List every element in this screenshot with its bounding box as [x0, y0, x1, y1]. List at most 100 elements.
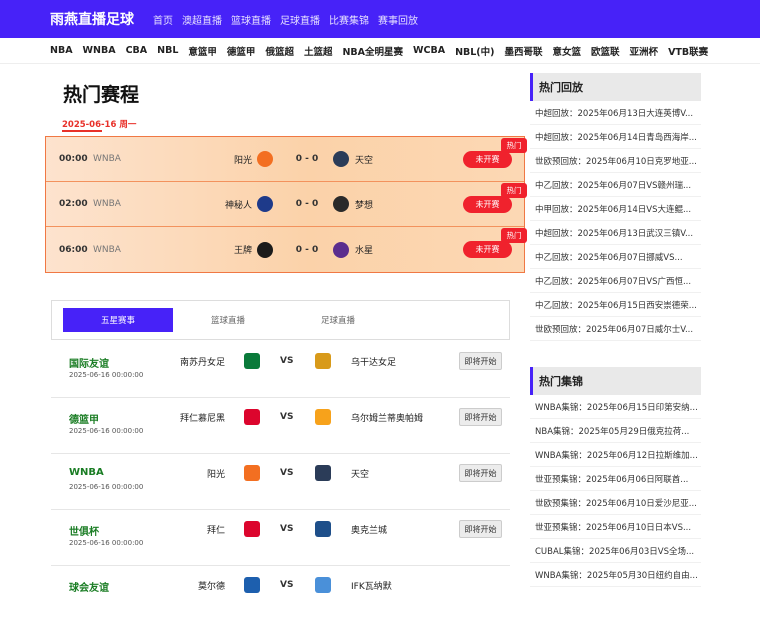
category-link[interactable]: 意篮甲 [188, 44, 217, 58]
match-time: 2025-06-16 00:00:00 [69, 371, 144, 379]
match-row[interactable]: 世俱杯 2025-06-16 00:00:00 拜仁 VS 奥克兰城 即将开始 [51, 510, 510, 566]
away-team-logo-icon [315, 409, 331, 425]
away-team: 梦想 [355, 200, 374, 211]
category-link[interactable]: 俄篮超 [265, 44, 294, 58]
replay-link[interactable]: 中乙回放：2025年06月07日VS广西恒... [530, 269, 701, 293]
vs-label: VS [280, 580, 294, 590]
home-team-logo-icon [257, 151, 273, 167]
home-team: 阳光 [233, 155, 252, 166]
match-league: WNBA [93, 244, 121, 255]
category-link[interactable]: NBL [157, 45, 178, 56]
vs-label: VS [280, 412, 294, 422]
replay-link[interactable]: 中乙回放：2025年06月15日西安崇德荣... [530, 293, 701, 317]
replay-link[interactable]: 世欧预回放：2025年06月10日克罗地亚... [530, 149, 701, 173]
home-team: 莫尔德 [197, 582, 225, 592]
replay-link[interactable]: 中乙回放：2025年06月07日VS赣州瑞... [530, 173, 701, 197]
category-link[interactable]: 墨西哥联 [505, 44, 543, 58]
match-time: 02:00 [59, 199, 88, 209]
schedule-date: 2025-06-16 周一 [62, 120, 137, 130]
replay-link[interactable]: 中超回放：2025年06月14日青岛西海岸... [530, 125, 701, 149]
home-team-logo-icon [244, 353, 260, 369]
nav-basketball-live[interactable]: 篮球直播 [231, 12, 271, 27]
highlight-link[interactable]: 世亚预集锦：2025年06月06日阿联酋... [530, 467, 701, 491]
category-link[interactable]: CBA [126, 45, 148, 56]
hot-match-row[interactable]: 06:00 WNBA 王牌 0 - 0 水星 未开赛 热门 [46, 227, 527, 272]
category-link[interactable]: 亚洲杯 [630, 44, 659, 58]
highlight-link[interactable]: NBA集锦：2025年05月29日俄克拉荷... [530, 419, 701, 443]
starting-soon-button[interactable]: 即将开始 [459, 464, 502, 482]
replay-link[interactable]: 世欧预回放：2025年06月07日威尔士V... [530, 317, 701, 341]
tab-football-live[interactable]: 足球直播 [283, 308, 393, 332]
sidebar-replays: 热门回放 中超回放：2025年06月13日大连英博V... 中超回放：2025年… [530, 73, 701, 341]
category-link[interactable]: WCBA [413, 45, 445, 56]
site-logo[interactable]: 雨燕直播足球 [50, 9, 134, 29]
replay-link[interactable]: 中甲回放：2025年06月14日VS大连鲲... [530, 197, 701, 221]
match-row[interactable]: 国际友谊 2025-06-16 00:00:00 南苏丹女足 VS 乌干达女足 … [51, 342, 510, 398]
category-link[interactable]: 土篮超 [304, 44, 333, 58]
away-team: 天空 [355, 155, 374, 166]
match-row[interactable]: 球会友谊 莫尔德 VS IFK瓦纳默 [51, 566, 510, 622]
match-league: 球会友谊 [69, 583, 109, 594]
starting-soon-button[interactable]: 即将开始 [459, 520, 502, 538]
highlight-link[interactable]: 世欧预集锦：2025年06月10日爱沙尼亚... [530, 491, 701, 515]
sidebar-highlights: 热门集锦 WNBA集锦：2025年06月15日印第安纳... NBA集锦：202… [530, 367, 701, 587]
away-team: IFK瓦纳默 [351, 582, 392, 592]
home-team: 王牌 [233, 246, 252, 256]
not-started-button[interactable]: 未开赛 [463, 241, 512, 258]
category-link[interactable]: VTB联赛 [668, 44, 708, 58]
match-league: 世俱杯 [69, 527, 99, 538]
home-team: 神秘人 [224, 200, 252, 211]
highlight-link[interactable]: CUBAL集锦：2025年06月03日VS全场... [530, 539, 701, 563]
replays-heading: 热门回放 [530, 73, 701, 101]
replay-link[interactable]: 中乙回放：2025年06月07日挪威VS... [530, 245, 701, 269]
home-team: 拜仁 [206, 526, 225, 536]
nav-aleague-live[interactable]: 澳超直播 [182, 12, 222, 27]
top-navbar: 雨燕直播足球 首页 澳超直播 篮球直播 足球直播 比赛集锦 赛事回放 [0, 0, 760, 38]
hot-match-row[interactable]: 02:00 WNBA 神秘人 0 - 0 梦想 未开赛 热门 [46, 182, 527, 227]
not-started-button[interactable]: 未开赛 [463, 150, 512, 168]
match-league: WNBA [69, 467, 104, 478]
away-team-logo-icon [315, 353, 331, 369]
hot-match-row[interactable]: 00:00 WNBA 阳光 0 - 0 天空 未开赛 热门 [46, 137, 527, 182]
category-link[interactable]: 德篮甲 [227, 44, 256, 58]
not-started-button[interactable]: 未开赛 [463, 195, 512, 213]
category-link[interactable]: NBA [50, 45, 73, 56]
nav-home[interactable]: 首页 [153, 12, 173, 27]
hot-badge: 热门 [501, 228, 527, 243]
match-time: 2025-06-16 00:00:00 [69, 483, 144, 491]
highlight-link[interactable]: WNBA集锦：2025年06月15日印第安纳... [530, 395, 701, 419]
replay-link[interactable]: 中超回放：2025年06月13日武汉三镇V... [530, 221, 701, 245]
match-score: 0 - 0 [295, 199, 319, 209]
nav-highlights[interactable]: 比赛集锦 [329, 12, 369, 27]
away-team-logo-icon [315, 577, 331, 593]
tab-five-star[interactable]: 五星赛事 [63, 308, 173, 332]
highlight-link[interactable]: WNBA集锦：2025年06月12日拉斯维加... [530, 443, 701, 467]
match-time: 00:00 [59, 154, 88, 164]
replay-link[interactable]: 中超回放：2025年06月13日大连英博V... [530, 101, 701, 125]
category-link[interactable]: 意女篮 [553, 44, 582, 58]
match-time: 06:00 [59, 244, 88, 255]
starting-soon-button[interactable]: 即将开始 [459, 408, 502, 426]
tab-basketball-live[interactable]: 篮球直播 [173, 308, 283, 332]
home-team-logo-icon [257, 241, 273, 258]
category-link[interactable]: NBA全明星赛 [342, 44, 403, 58]
category-link[interactable]: NBL(中) [455, 44, 494, 58]
hot-badge: 热门 [501, 138, 527, 153]
nav-replays[interactable]: 赛事回放 [378, 12, 418, 27]
match-row[interactable]: 德篮甲 2025-06-16 00:00:00 拜仁慕尼黑 VS 乌尔姆兰蒂奥帕… [51, 398, 510, 454]
match-row[interactable]: WNBA 2025-06-16 00:00:00 阳光 VS 天空 即将开始 [51, 454, 510, 510]
highlight-link[interactable]: WNBA集锦：2025年05月30日纽约自由... [530, 563, 701, 587]
vs-label: VS [280, 356, 294, 366]
category-link[interactable]: 欧篮联 [591, 44, 620, 58]
starting-soon-button[interactable]: 即将开始 [459, 352, 502, 370]
category-link[interactable]: WNBA [83, 45, 116, 56]
away-team-logo-icon [315, 465, 331, 481]
highlight-link[interactable]: 世亚预集锦：2025年06月10日日本VS... [530, 515, 701, 539]
nav-football-live[interactable]: 足球直播 [280, 12, 320, 27]
home-team-logo-icon [244, 577, 260, 593]
main-nav: 首页 澳超直播 篮球直播 足球直播 比赛集锦 赛事回放 [144, 12, 418, 27]
home-team: 南苏丹女足 [179, 358, 225, 368]
vs-label: VS [280, 468, 294, 478]
vs-label: VS [280, 524, 294, 534]
hot-schedule-title: 热门赛程 [63, 84, 140, 106]
